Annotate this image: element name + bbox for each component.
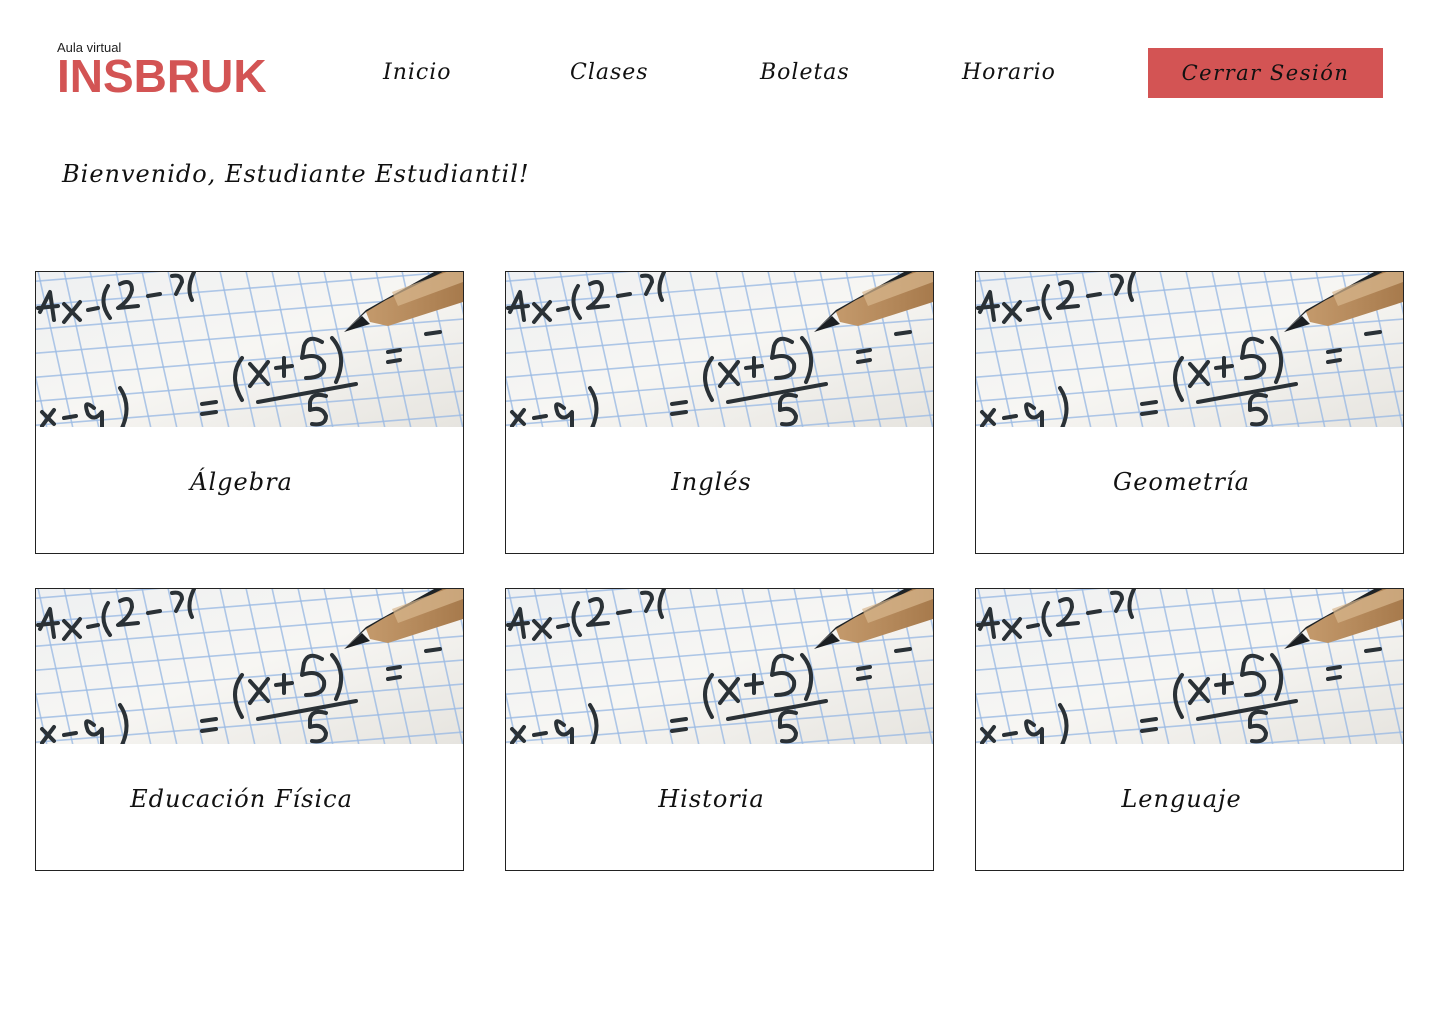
logout-button[interactable]: Cerrar Sesión	[1148, 48, 1383, 98]
math-equation-pencil-image	[506, 272, 933, 427]
brand-title: INSBRUK	[57, 50, 267, 102]
nav-link-boletas[interactable]: Boletas	[760, 58, 850, 88]
class-card-image	[36, 589, 463, 744]
page: Aula virtual INSBRUK Inicio Clases Bolet…	[0, 0, 1440, 1024]
class-card-title: Educación Física	[130, 785, 353, 813]
class-card-image	[506, 589, 933, 744]
class-card-lenguaje[interactable]: Lenguaje	[975, 588, 1404, 871]
class-card-educacion-fisica[interactable]: Educación Física	[35, 588, 464, 871]
math-equation-pencil-image	[976, 589, 1403, 744]
brand-logo[interactable]: Aula virtual INSBRUK	[57, 40, 267, 102]
math-equation-pencil-image	[36, 272, 463, 427]
class-card-image	[36, 272, 463, 427]
math-equation-pencil-image	[976, 272, 1403, 427]
class-card-title: Álgebra	[190, 468, 293, 496]
class-card-ingles[interactable]: Inglés	[505, 271, 934, 554]
nav-link-horario[interactable]: Horario	[962, 58, 1056, 88]
class-card-historia[interactable]: Historia	[505, 588, 934, 871]
nav-link-inicio[interactable]: Inicio	[383, 58, 452, 88]
class-card-title: Inglés	[671, 468, 752, 496]
class-card-title: Geometría	[1113, 468, 1250, 496]
class-card-algebra[interactable]: Álgebra	[35, 271, 464, 554]
math-equation-pencil-image	[36, 589, 463, 744]
class-card-title: Lenguaje	[1121, 785, 1242, 813]
math-equation-pencil-image	[506, 589, 933, 744]
class-card-title: Historia	[658, 785, 765, 813]
class-card-image	[976, 589, 1403, 744]
class-card-image	[976, 272, 1403, 427]
welcome-message: Bienvenido, Estudiante Estudiantil!	[62, 160, 530, 188]
nav-link-clases[interactable]: Clases	[570, 58, 649, 88]
class-card-geometria[interactable]: Geometría	[975, 271, 1404, 554]
class-card-image	[506, 272, 933, 427]
